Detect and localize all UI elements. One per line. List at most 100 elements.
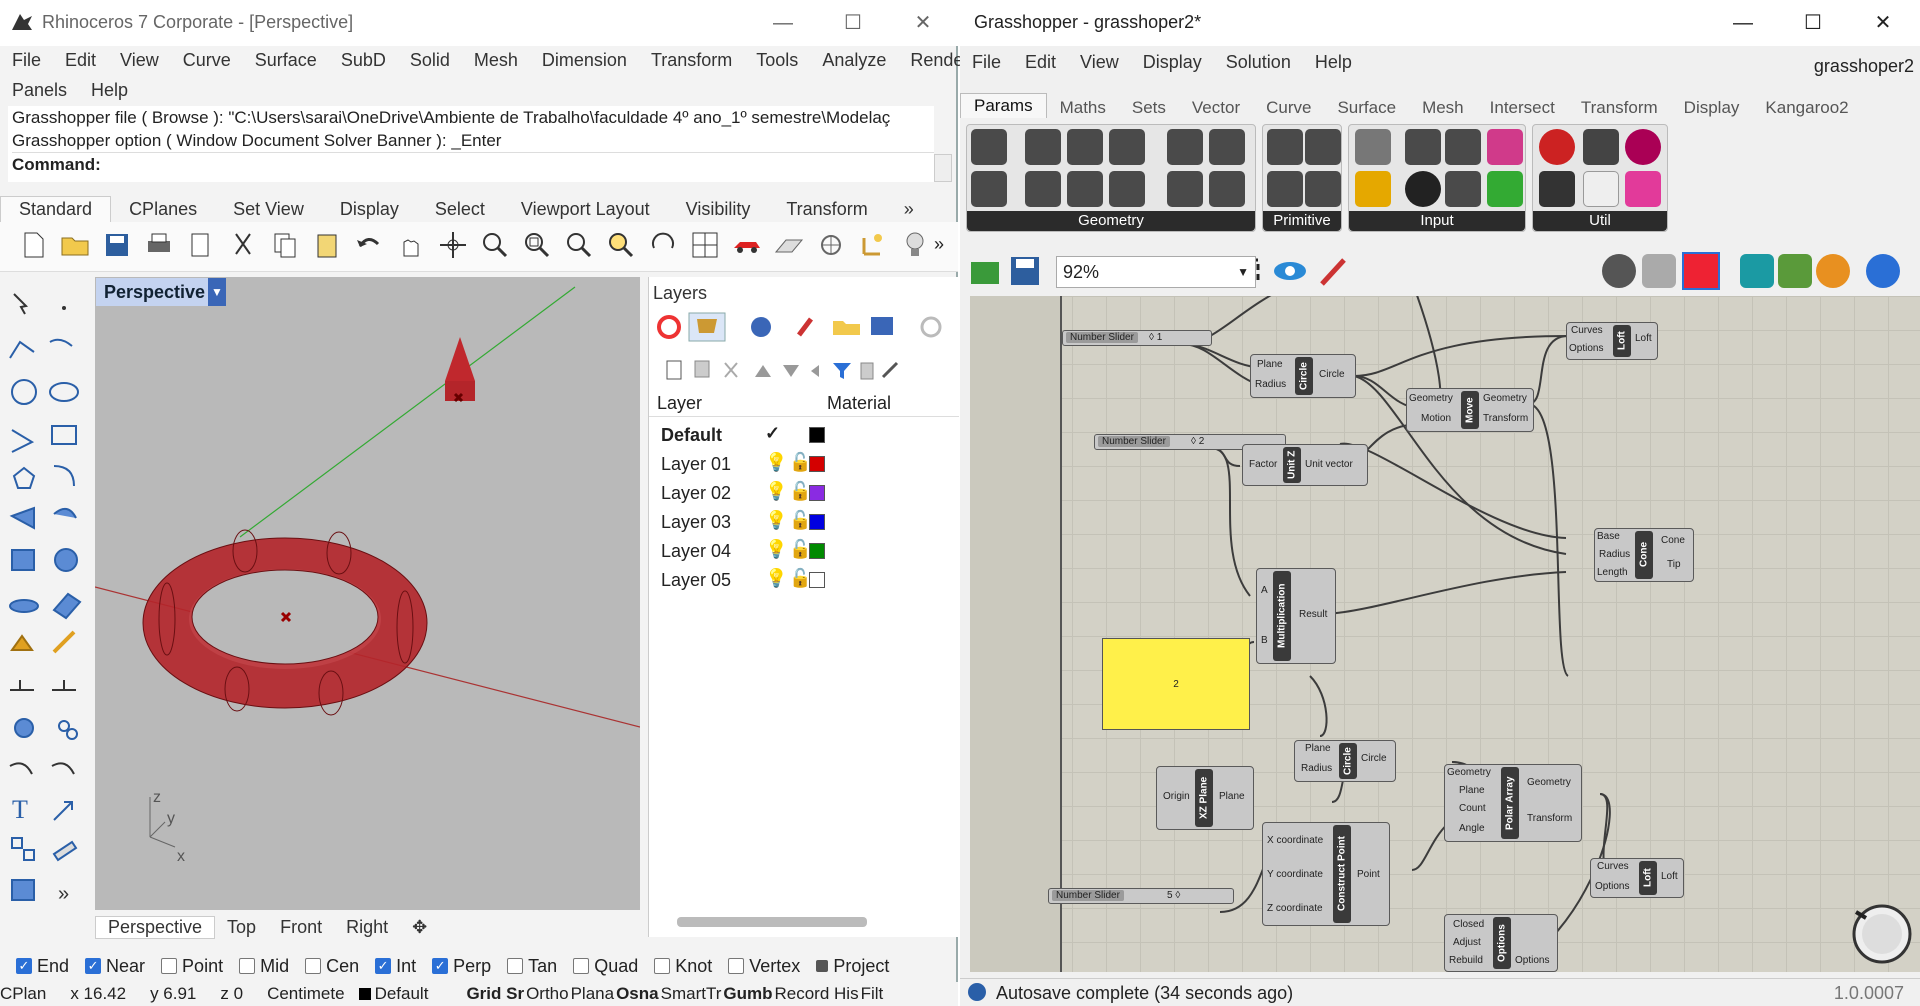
material-icon[interactable] (1816, 254, 1850, 288)
gh-tab-kangaroo2[interactable]: Kangaroo2 (1752, 98, 1861, 118)
status-units[interactable]: Centimete (267, 984, 344, 1004)
tab-set-view[interactable]: Set View (215, 197, 322, 222)
button-icon[interactable] (1405, 171, 1441, 207)
menu-tools[interactable]: Tools (744, 50, 810, 71)
boolean-param-icon[interactable] (1267, 129, 1303, 165)
copy-icon[interactable] (268, 228, 302, 262)
line-param-icon[interactable] (1025, 171, 1061, 207)
chevron-down-icon[interactable]: ▼ (1237, 257, 1249, 287)
lightbulb-on-icon[interactable]: 💡 (765, 452, 787, 473)
menu-analyze[interactable]: Analyze (810, 50, 898, 71)
layer-color-swatch[interactable] (809, 485, 825, 501)
viewport-title[interactable]: Perspective ▼ (96, 278, 226, 306)
gh-menu-solution[interactable]: Solution (1214, 52, 1303, 82)
number-slider-1[interactable]: Number Slider ◊ 1 (1062, 330, 1212, 346)
menu-dimension[interactable]: Dimension (530, 50, 639, 71)
command-prompt[interactable]: Command: (12, 152, 934, 176)
preview-mesh-icon[interactable] (1778, 254, 1812, 288)
gh-menu-file[interactable]: File (960, 52, 1013, 82)
add-viewport-icon[interactable]: ✥ (400, 917, 439, 938)
gh-canvas[interactable]: Number Slider ◊ 1 Number Slider ◊ 2 Numb… (970, 296, 1920, 972)
xz-plane-component[interactable]: Origin XZ Plane Plane (1156, 766, 1254, 830)
preview-eye-icon[interactable] (1272, 258, 1312, 284)
relay-arrow-icon[interactable] (1583, 129, 1619, 165)
save-icon[interactable] (100, 228, 134, 262)
polar-array-component[interactable]: Geometry Plane Count Angle Polar Array G… (1444, 764, 1582, 842)
status-layer[interactable]: Default (375, 984, 429, 1004)
toolbar-overflow-button[interactable]: » (934, 234, 944, 255)
surface-param-icon[interactable] (1109, 129, 1145, 165)
cut-icon[interactable] (226, 228, 260, 262)
perspective-viewport[interactable]: z y x (95, 277, 640, 910)
osnap-point[interactable]: Point (161, 956, 223, 977)
tab-select[interactable]: Select (417, 197, 503, 222)
flask-icon[interactable] (1625, 171, 1661, 207)
tab-transform[interactable]: Transform (768, 197, 885, 222)
layer-row-04[interactable]: Layer 04 💡 🔓 (649, 537, 949, 566)
render-sphere-icon[interactable] (1866, 254, 1900, 288)
gh-tab-intersect[interactable]: Intersect (1477, 98, 1568, 118)
gh-tab-display[interactable]: Display (1671, 98, 1753, 118)
layer-color-swatch[interactable] (809, 514, 825, 530)
close-icon[interactable]: ✕ (1870, 10, 1896, 36)
open-file-icon[interactable] (968, 254, 1002, 288)
status-planar[interactable]: Plana (571, 984, 614, 1004)
preview-selected-icon[interactable] (1682, 252, 1720, 290)
status-smarttrack[interactable]: SmartTr (661, 984, 722, 1004)
page-setup-icon[interactable] (184, 228, 218, 262)
tabs-more-button[interactable]: » (886, 197, 932, 222)
rotate-icon[interactable] (646, 228, 680, 262)
menu-mesh[interactable]: Mesh (462, 50, 530, 71)
integer-param-icon[interactable] (1267, 171, 1303, 207)
curve-param-icon[interactable] (1067, 129, 1103, 165)
menu-file[interactable]: File (0, 50, 53, 71)
graph-mapper-icon[interactable] (1355, 171, 1391, 207)
paste-icon[interactable] (310, 228, 344, 262)
point-param-icon[interactable] (1109, 171, 1145, 207)
number-param-icon[interactable] (1305, 129, 1341, 165)
toggle-icon[interactable] (1405, 129, 1441, 165)
cone-component[interactable]: Base Radius Length Cone Cone Tip (1594, 528, 1694, 582)
status-record-history[interactable]: Record His (774, 984, 858, 1004)
layer-row-03[interactable]: Layer 03 💡 🔓 (649, 508, 949, 537)
osnap-knot[interactable]: Knot (654, 956, 712, 977)
lightbulb-on-icon[interactable]: 💡 (765, 510, 787, 531)
vector-param-icon[interactable] (971, 171, 1007, 207)
vp-tab-perspective[interactable]: Perspective (95, 915, 216, 939)
loft-options-component[interactable]: Closed Adjust Rebuild Options Options (1444, 914, 1558, 972)
tab-viewport-layout[interactable]: Viewport Layout (503, 197, 668, 222)
gh-tab-maths[interactable]: Maths (1047, 98, 1119, 118)
save-file-icon[interactable] (1008, 254, 1042, 288)
gh-menu-edit[interactable]: Edit (1013, 52, 1068, 82)
status-ortho[interactable]: Ortho (526, 984, 569, 1004)
multiplication-component[interactable]: A B Multiplication Result (1256, 568, 1336, 664)
menu-solid[interactable]: Solid (398, 50, 462, 71)
osnap-vertex[interactable]: Vertex (728, 956, 800, 977)
lightbulb-on-icon[interactable]: 💡 (765, 481, 787, 502)
gh-tab-surface[interactable]: Surface (1324, 98, 1409, 118)
lightbulb-on-icon[interactable]: 💡 (765, 568, 787, 589)
menu-transform[interactable]: Transform (639, 50, 744, 71)
osnap-mid[interactable]: Mid (239, 956, 289, 977)
osnap-perp[interactable]: ✓ Perp (432, 956, 491, 977)
layer-color-swatch[interactable] (809, 572, 825, 588)
brep-param-icon[interactable] (1167, 171, 1203, 207)
circle-component[interactable]: Plane Radius Circle Circle (1250, 354, 1356, 398)
loft-component-1[interactable]: Curves Options Loft Loft (1566, 322, 1658, 360)
layer-row-01[interactable]: Layer 01 💡 🔓 (649, 450, 949, 479)
maximize-icon[interactable]: ☐ (840, 10, 866, 36)
tab-standard[interactable]: Standard (0, 196, 112, 222)
loft-component-2[interactable]: Curves Options Loft Loft (1590, 858, 1684, 898)
viewport-menu-icon[interactable]: ▼ (208, 278, 226, 306)
gh-menu-help[interactable]: Help (1303, 52, 1364, 82)
layer-color-swatch[interactable] (809, 456, 825, 472)
geometry-param-icon[interactable] (971, 129, 1007, 165)
colour-swatch-icon[interactable] (1487, 171, 1523, 207)
preview-shaded-icon[interactable] (1642, 254, 1676, 288)
zoom-extents-icon[interactable] (562, 228, 596, 262)
circle-component-2[interactable]: Plane Radius Circle Circle (1294, 740, 1396, 782)
tab-display[interactable]: Display (322, 197, 417, 222)
layer-row-02[interactable]: Layer 02 💡 🔓 (649, 479, 949, 508)
tree-icon[interactable] (1539, 171, 1575, 207)
menu-subd[interactable]: SubD (329, 50, 398, 71)
